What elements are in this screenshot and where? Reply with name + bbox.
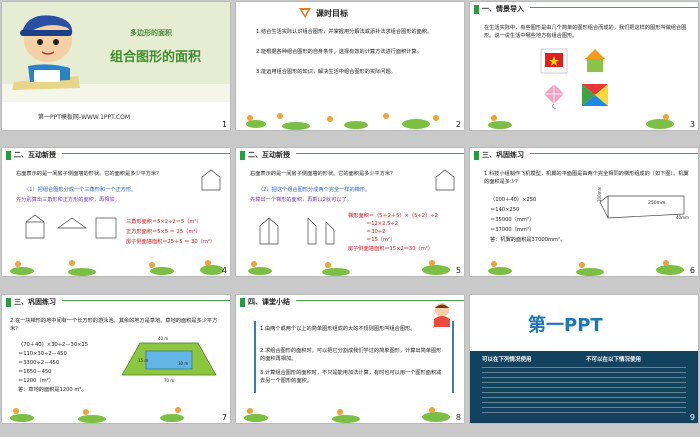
section-heading: 一、情景导入 bbox=[470, 2, 530, 16]
boy-reading-illustration bbox=[12, 15, 80, 90]
dimension-label: 40mm bbox=[676, 215, 689, 220]
slide-number: 4 bbox=[221, 266, 227, 275]
calc-line-6: 答：草地的面积是1200 m²。 bbox=[18, 387, 87, 393]
slide-1[interactable]: 多边形的面积 组合图形的面积 第一PPT模板网-WWW.1PPT.COM 1 bbox=[2, 2, 230, 130]
slide-number: 3 bbox=[689, 120, 695, 129]
slide-number: 2 bbox=[455, 120, 461, 129]
goal-2: 2.能根据各种组合图形的自身条件，选择有效的计算方法进行面积计算。 bbox=[256, 49, 422, 55]
summary-point-1: 1.由两个或两个以上的简单图形组成的大的不规则图形叫组合图形。 bbox=[260, 326, 416, 332]
slide-8[interactable]: 四、课堂小结 1.由两个或两个以上的简单图形组成的大的不规则图形叫组合图形。 2… bbox=[236, 295, 464, 423]
slide-6[interactable]: 三、巩固练习 1.科技小组制作飞机模型，机翼的平面图是由两个完全相同的梯形组成的… bbox=[470, 148, 698, 276]
license-lines bbox=[482, 367, 686, 417]
goal-1: 1.结合生活实际认识组合图形，并掌握用分解法或添补法求组合图形的面积。 bbox=[256, 29, 433, 35]
dimension-label: 15 m bbox=[138, 358, 149, 363]
flower-decoration bbox=[244, 407, 450, 423]
cannot-use-title: 不可以在以下情况使用 bbox=[586, 357, 642, 363]
section-heading: 三、巩固练习 bbox=[470, 148, 530, 162]
calc-line-2: 正方形面积＝5×5 ＝ 25（m²） bbox=[126, 229, 201, 235]
dimension-label: 40 m bbox=[158, 336, 169, 341]
calc-line-4: ＝1650－450 bbox=[18, 369, 52, 375]
method-text: （1）把组合图形分成一个三角形和一个正方形。 bbox=[24, 187, 137, 193]
method-explanation: 先分别算出三角形和正方形的面积，再相加。 bbox=[16, 197, 120, 203]
split-diagram bbox=[25, 214, 117, 239]
section-heading-text: 四、课堂小结 bbox=[248, 298, 290, 306]
section-heading: 二、互动新授 bbox=[2, 148, 62, 162]
question-text: 右面表示的是一间房子侧面墙的形状。它的面积是多少平方米？ bbox=[250, 171, 396, 177]
slide-3[interactable]: 一、情景导入 在生活实际中，有些图形是由几个简单的图形组合而成的，我们把这样的图… bbox=[470, 2, 698, 130]
section-heading-text: 三、巩固练习 bbox=[482, 151, 524, 159]
question-text: 1.科技小组制作飞机模型，机翼的平面图是由两个完全相同的梯形组成的（如下图）。机… bbox=[484, 171, 689, 185]
slide-number: 7 bbox=[221, 413, 227, 422]
calc-line-3: ＝30÷2 bbox=[366, 229, 386, 235]
calc-line-4: ＝37000（mm²） bbox=[490, 227, 535, 233]
section-heading: 二、互动新授 bbox=[236, 148, 296, 162]
slide-7[interactable]: 三、巩固练习 2.在一块梯形的地中间有一个长方形的游泳池，其余的地方是草地。草地… bbox=[2, 295, 230, 423]
section-heading-text: 二、互动新授 bbox=[14, 151, 56, 159]
target-icon bbox=[299, 8, 311, 18]
summary-point-3: 3.计算组合图形的面积时，不只是能用加法计算，有时也可以用一个图形面积减去另一个… bbox=[260, 370, 442, 384]
calc-line-5: ＝1200（m²） bbox=[18, 378, 54, 384]
calc-line-3: ＝35000（mm²） bbox=[490, 217, 535, 223]
flower-decoration bbox=[488, 114, 674, 129]
question-text: 右面表示的是一间房子侧面墙的形状。它的面积是多少平方米？ bbox=[16, 171, 162, 177]
calc-line-1: 梯形面积＝（5＋2＋5）×（5÷2）÷2 bbox=[348, 213, 438, 219]
calc-line-1: （100＋40）×250 bbox=[490, 197, 537, 203]
flag-picture bbox=[540, 48, 568, 74]
question-text: 2.在一块梯形的地中间有一个长方形的游泳池，其余的地方是草地。草地的面积是多少平… bbox=[10, 318, 218, 332]
dimension-label: 100mm bbox=[597, 186, 602, 202]
dimension-label: 250mm bbox=[648, 201, 666, 206]
calc-line-2: ＝110×30÷2－450 bbox=[18, 351, 67, 357]
section-heading-text: 三、巩固练习 bbox=[14, 298, 56, 306]
calc-line-4: ＝15（m²） bbox=[366, 237, 396, 243]
slide-number: 6 bbox=[689, 266, 695, 275]
slide-9[interactable]: 第一PPT 可以在下列情况使用 不可以在以下情况使用 9 bbox=[470, 295, 698, 423]
summary-point-2: 2.求组合图形的面积时，可以把它分割成我们学过的简单图形，计算出简单图形的面积再… bbox=[260, 348, 442, 362]
slide-number: 9 bbox=[689, 413, 695, 422]
flower-decoration bbox=[10, 407, 184, 423]
slide-2[interactable]: 课时目标 1.结合生活实际认识组合图形，并掌握用分解法或添补法求组合图形的面积。… bbox=[236, 2, 464, 130]
slide-4[interactable]: 二、互动新授 右面表示的是一间房子侧面墙的形状。它的面积是多少平方米？ （1）把… bbox=[2, 148, 230, 276]
flower-decoration bbox=[10, 260, 224, 276]
slide-5[interactable]: 二、互动新授 右面表示的是一间房子侧面墙的形状。它的面积是多少平方米？ （2）把… bbox=[236, 148, 464, 276]
section-heading-text: 一、情景导入 bbox=[482, 5, 524, 13]
house-picture bbox=[585, 49, 605, 72]
intro-text: 在生活实际中，有些图形是由几个简单的图形组合而成的，我们把这样的图形叫做组合图形… bbox=[484, 25, 687, 39]
section-heading: 四、课堂小结 bbox=[236, 295, 296, 309]
calc-line-2: ＝12×2.5÷2 bbox=[366, 221, 399, 227]
flower-decoration bbox=[248, 260, 450, 276]
calc-line-1: （70＋40）×30÷2－30×15 bbox=[18, 342, 89, 348]
slide-number: 5 bbox=[455, 266, 461, 275]
footer-text: 第一PPT模板网-WWW.1PPT.COM bbox=[38, 114, 131, 121]
calc-line-1: 三角形面积＝5×2÷2＝5（m²） bbox=[126, 219, 202, 225]
heading: 课时目标 bbox=[316, 9, 348, 18]
slide-number: 8 bbox=[455, 413, 461, 422]
method-explanation: 先算出一个梯形的面积，再乘以2就可以了。 bbox=[250, 197, 352, 203]
goal-3: 3.能运用组合图形的知识，解决生活中组合图形的实际问题。 bbox=[256, 69, 396, 75]
lesson-title: 组合图形的面积 bbox=[110, 50, 202, 65]
calc-line-3: ＝3300÷2－450 bbox=[18, 360, 60, 366]
flower-decoration bbox=[246, 113, 439, 130]
calc-line-5: 答：机翼的面积是37000mm²。 bbox=[490, 237, 566, 243]
lesson-subtitle: 多边形的面积 bbox=[130, 29, 172, 37]
calc-line-2: ＝140×250 bbox=[490, 207, 520, 213]
section-heading: 三、巩固练习 bbox=[2, 295, 62, 309]
dimension-label: 30 m bbox=[178, 361, 189, 366]
split-diagram bbox=[259, 217, 335, 245]
flower-decoration bbox=[488, 260, 684, 276]
brand-logo: 第一PPT bbox=[528, 315, 603, 336]
slide-number: 1 bbox=[221, 120, 227, 129]
dimension-label: 70 m bbox=[164, 378, 175, 383]
method-text: （2）把这个组合图形分成两个完全一样的梯形。 bbox=[258, 187, 371, 193]
pool-trapezoid-diagram bbox=[121, 342, 217, 376]
can-use-title: 可以在下列情况使用 bbox=[482, 357, 532, 363]
section-heading-text: 二、互动新授 bbox=[248, 151, 290, 159]
calc-line-3: 房子侧面墙面积＝25＋5 ＝ 30（m²） bbox=[126, 239, 216, 245]
